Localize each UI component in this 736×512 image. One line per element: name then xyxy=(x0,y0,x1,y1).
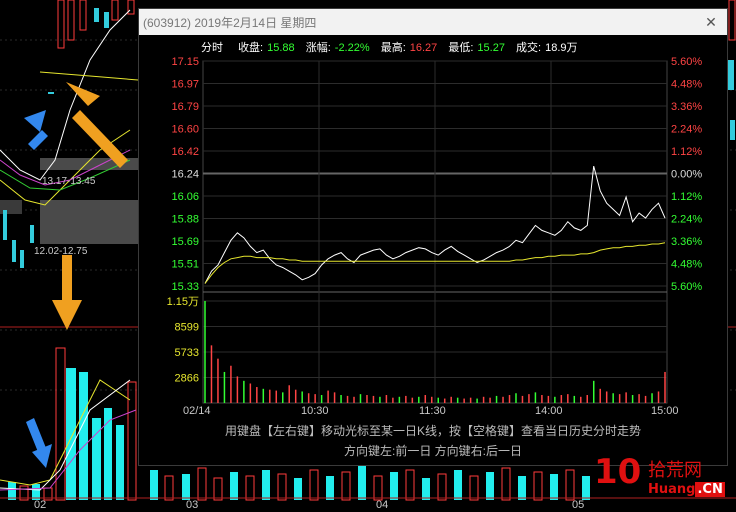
pct-tick-label: 5.60% xyxy=(671,281,702,293)
volume-tick-label: 2866 xyxy=(175,373,199,385)
pct-tick-label: 4.48% xyxy=(671,259,702,271)
x-tick-label: 14:00 xyxy=(535,405,563,417)
price-tick-label: 16.06 xyxy=(171,191,199,203)
price-tick-label: 15.88 xyxy=(171,214,199,226)
pct-tick-label: 3.36% xyxy=(671,236,702,248)
volume-tick-label: 1.15万 xyxy=(167,296,199,308)
intraday-chart[interactable]: 17.15 5.60% 16.97 4.48% 16.79 3.36% 16.60 2.24%… xyxy=(139,53,727,425)
popup-title: (603912) 2019年2月14日 星期四 xyxy=(143,16,317,30)
arrow-annotation-4 xyxy=(26,418,52,468)
watermark-number: 10 xyxy=(594,452,642,492)
date-label-04: 04 xyxy=(376,499,389,511)
arrow-annotation-1 xyxy=(66,82,128,168)
price-tick-label: 16.42 xyxy=(171,146,199,158)
pct-tick-label: 0.00% xyxy=(671,169,702,181)
x-tick-label: 11:30 xyxy=(419,405,446,417)
price-tick-label: 16.79 xyxy=(171,101,199,113)
x-tick-label: 10:30 xyxy=(301,405,329,417)
close-button[interactable]: ✕ xyxy=(701,12,721,32)
date-label-03: 03 xyxy=(186,499,199,511)
pct-tick-label: 4.48% xyxy=(671,79,702,91)
pct-tick-label: 2.24% xyxy=(671,124,702,136)
price-tick-label: 16.97 xyxy=(171,79,199,91)
price-tick-label: 16.60 xyxy=(171,124,199,136)
popup-titlebar[interactable]: (603912) 2019年2月14日 星期四 ✕ xyxy=(139,9,727,35)
keyboard-help-text: 用键盘【左右键】移动光标至某一日K线，按【空格键】查看当日历史分时走势 xyxy=(224,424,641,438)
price-tick-label: 15.33 xyxy=(171,281,199,293)
watermark-domain: Huang .CN xyxy=(648,482,725,497)
intraday-chart-svg: 17.15 5.60% 16.97 4.48% 16.79 3.36% 16.60 2.24%… xyxy=(167,56,702,404)
volume-tick-label: 8599 xyxy=(175,322,199,334)
date-label-05: 05 xyxy=(572,499,585,511)
arrow-annotation-2 xyxy=(52,255,82,330)
range-label-1: 13.17-13.45 xyxy=(42,176,96,187)
price-tick-label: 15.69 xyxy=(171,236,199,248)
pct-tick-label: 5.60% xyxy=(671,56,702,68)
x-tick-label: 02/14 xyxy=(183,405,211,417)
pct-tick-label: 1.12% xyxy=(671,146,702,158)
site-watermark-logo: 10 拾荒网 Huang .CN xyxy=(592,452,734,508)
price-tick-label: 15.51 xyxy=(171,259,199,271)
price-tick-label: 17.15 xyxy=(171,56,199,68)
price-tick-label: 16.24 xyxy=(171,169,199,181)
range-label-2: 12.02-12.75 xyxy=(34,246,88,257)
pct-tick-label: 3.36% xyxy=(671,101,702,113)
pct-tick-label: 1.12% xyxy=(671,191,702,203)
pct-tick-label: 2.24% xyxy=(671,214,702,226)
date-label-02: 02 xyxy=(34,499,47,511)
x-tick-label: 15:00 xyxy=(651,405,679,417)
volume-tick-label: 5733 xyxy=(175,347,199,359)
close-icon: ✕ xyxy=(705,14,717,30)
arrow-annotation-3 xyxy=(24,110,48,150)
watermark-brand: 拾荒网 xyxy=(648,460,702,481)
intraday-popup-window: (603912) 2019年2月14日 星期四 ✕ 分时 收盘: 15.88 涨幅… xyxy=(138,8,728,466)
